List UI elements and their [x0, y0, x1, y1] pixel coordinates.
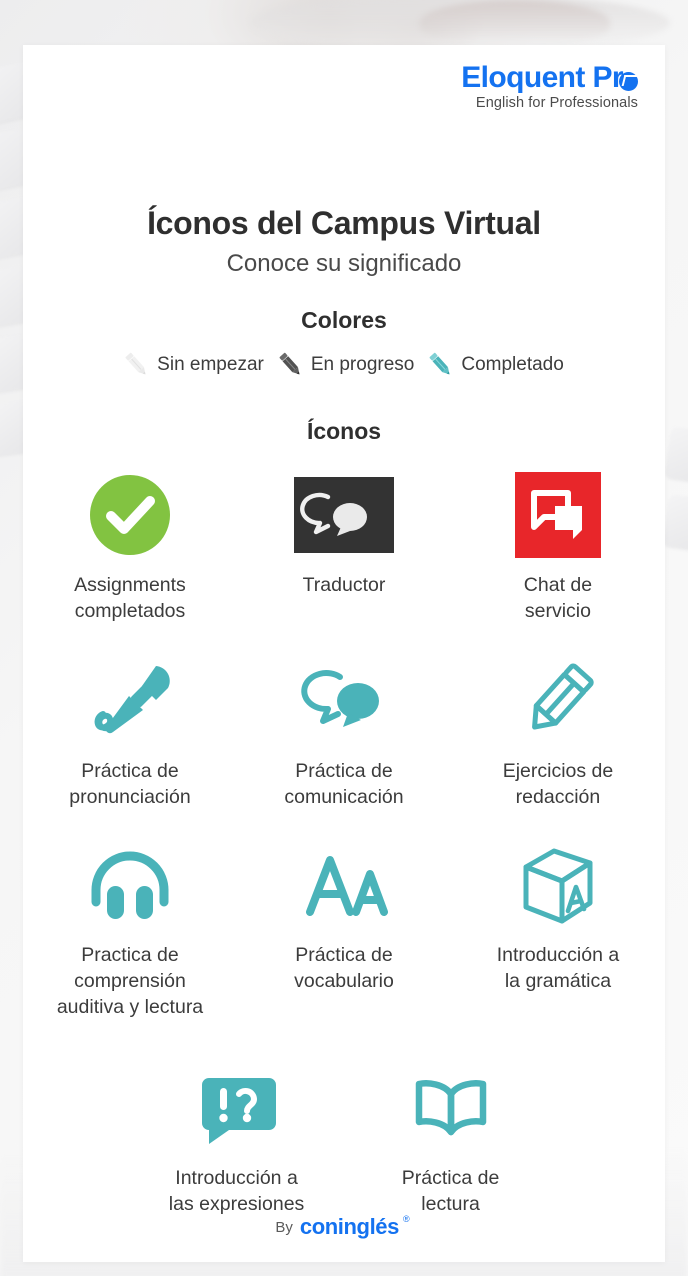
legend-item-sin-empezar: Sin empezar	[124, 350, 264, 380]
icon-cell-assignments-completados: Assignments completados	[23, 463, 237, 625]
icon-cell-ejercicios-de-redaccion: Ejercicios de redacción	[451, 649, 665, 811]
legend-label: Completado	[461, 354, 564, 375]
icon-caption: Práctica de lectura	[401, 1167, 500, 1216]
check-circle-icon	[89, 475, 170, 555]
letters-aa-icon	[305, 855, 388, 916]
color-legend: Sin empezar En progreso Completado	[23, 350, 665, 380]
headphones-icon	[91, 851, 169, 919]
pencil-icon	[279, 352, 300, 375]
icon-art	[296, 649, 392, 753]
exclamation-question-bubble-icon	[201, 1078, 276, 1145]
speech-bubble-icon	[619, 71, 638, 91]
icon-art	[84, 463, 176, 567]
pencil-icon	[532, 663, 594, 730]
brand-tagline: English for Professionals	[475, 95, 638, 111]
microphone-icon	[94, 665, 170, 734]
icon-cell-practica-de-pronunciacion: Práctica de pronunciación	[23, 649, 237, 811]
footer-brand-name: coninglés	[299, 1214, 399, 1239]
legend-label: En progreso	[310, 354, 415, 375]
icon-caption: Introducción a las expresiones	[168, 1167, 305, 1216]
icon-cell-practica-de-comprension: Practica de comprensión auditiva y lectu…	[23, 833, 237, 1021]
icon-art	[82, 649, 178, 753]
icon-art	[195, 1056, 279, 1160]
icon-art	[514, 463, 601, 567]
icon-art	[410, 1056, 492, 1160]
brand-logo: Eloquent Pr English for Professionals	[461, 63, 638, 111]
icon-grid: Assignments completados Traductor Chat d…	[23, 463, 665, 1218]
registered-mark-icon: ®	[402, 1214, 410, 1224]
icon-caption: Práctica de pronunciación	[69, 759, 191, 808]
page-subtitle: Conoce su significado	[226, 250, 462, 277]
icon-art	[86, 833, 174, 937]
brand-name: Eloquent Pr	[461, 61, 623, 94]
icon-caption: Práctica de vocabulario	[294, 943, 394, 992]
brand-wordmark-row: Eloquent Pr	[461, 63, 638, 93]
icon-cell-practica-de-vocabulario: Práctica de vocabulario	[237, 833, 451, 1021]
icon-art	[516, 649, 600, 753]
icon-caption: Ejercicios de redacción	[502, 759, 614, 808]
translator-bubbles-icon	[293, 477, 394, 553]
pencil-icon	[125, 352, 146, 375]
icon-caption: Introducción a la gramática	[496, 943, 620, 992]
section-title-colores: Colores	[301, 307, 387, 333]
section-title-iconos: Íconos	[306, 418, 382, 444]
icon-cell-introduccion-a-la-gramatica: Introducción a la gramática	[451, 833, 665, 1021]
icon-caption: Practica de comprensión auditiva y lectu…	[56, 943, 204, 1018]
legend-item-completado: Completado	[428, 350, 564, 380]
legend-item-en-progreso: En progreso	[278, 350, 415, 380]
footer-by-label: By	[275, 1218, 293, 1236]
icon-cell-practica-de-comunicacion: Práctica de comunicación	[237, 649, 451, 811]
icon-cell-traductor: Traductor	[237, 463, 451, 625]
legend-label: Sin empezar	[157, 354, 264, 375]
footer-credit: By coninglés ®	[23, 1214, 665, 1240]
open-book-icon	[415, 1080, 486, 1136]
pencil-icon	[429, 352, 450, 375]
page-title: Íconos del Campus Virtual	[147, 205, 541, 241]
icon-art	[516, 833, 600, 937]
speech-bubbles-icon	[301, 669, 379, 727]
icon-cell-chat-de-servicio: Chat de servicio	[451, 463, 665, 625]
icon-art	[296, 833, 392, 937]
chat-support-icon	[514, 472, 601, 558]
icon-caption: Assignments completados	[74, 574, 186, 622]
icon-cell-practica-de-lectura: Práctica de lectura	[344, 1056, 558, 1218]
icon-caption: Traductor	[302, 574, 386, 596]
icon-caption: Chat de servicio	[523, 574, 593, 622]
icon-art	[293, 463, 394, 567]
grid-spacer-right	[558, 1056, 665, 1218]
poster-card: Eloquent Pr English for Professionals Íc…	[23, 45, 665, 1262]
alphabet-block-icon	[523, 848, 593, 924]
icon-cell-introduccion-a-las-expresiones: Introducción a las expresiones	[130, 1056, 344, 1218]
grid-spacer-left	[23, 1056, 130, 1218]
icon-caption: Práctica de comunicación	[284, 759, 404, 808]
